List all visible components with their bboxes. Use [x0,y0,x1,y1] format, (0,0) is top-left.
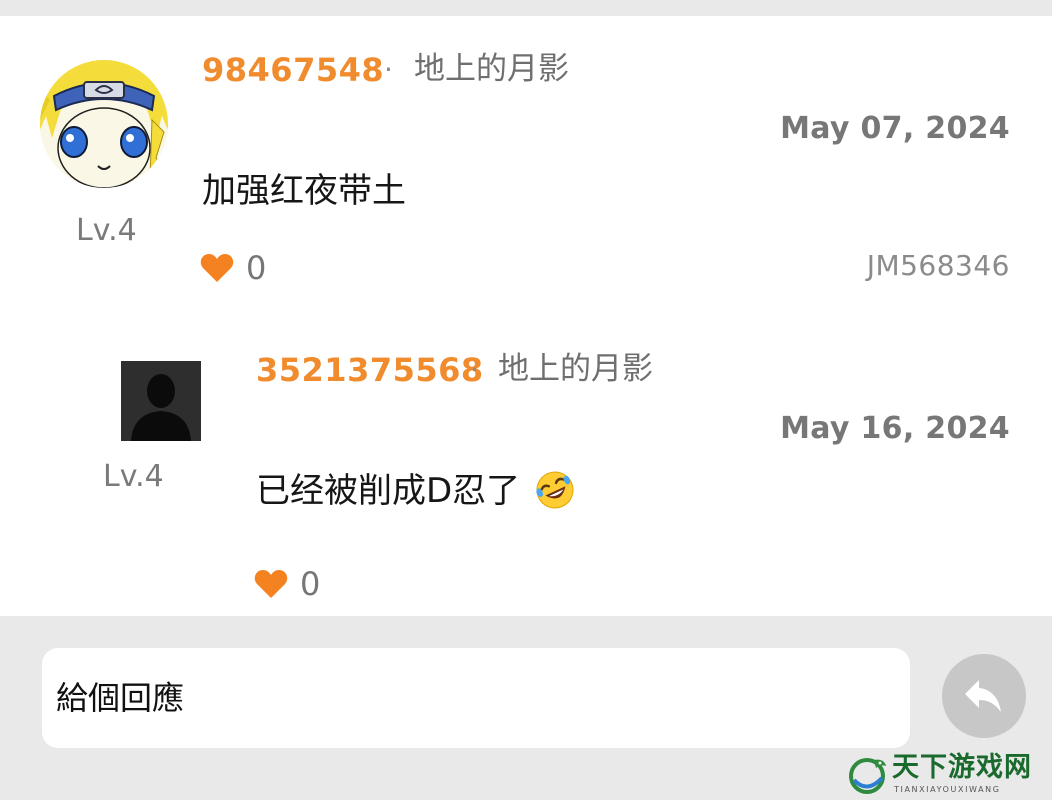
reply-topic-link[interactable]: 地上的月影 [498,354,653,385]
like-button[interactable]: 0 [200,252,266,284]
user-level: Lv.4 [76,213,137,248]
reply-date: May 16, 2024 [780,411,1010,446]
reply-user-avatar[interactable] [121,361,201,441]
reply-text: 已经被削成D忍了 [256,471,521,511]
reply-input[interactable] [54,678,898,718]
user-avatar[interactable] [40,60,168,188]
heart-icon [254,570,288,598]
reply-arrow-icon [965,680,1001,712]
separator-dot: · [384,53,393,86]
like-count: 0 [246,249,267,287]
reply-user-level: Lv.4 [103,459,164,494]
send-reply-button[interactable] [942,654,1026,738]
reply-text-row: 已经被削成D忍了 [256,471,575,511]
reply-like-count: 0 [300,565,321,603]
username-link[interactable]: 98467548 [202,54,384,86]
heart-icon [200,254,234,282]
comment-text: 加强红夜带土 [202,171,406,211]
default-silhouette-avatar-icon [121,361,201,441]
dragon-logo-icon [849,758,886,794]
topic-link[interactable]: 地上的月影 [414,54,569,85]
rolling-laughing-emoji-icon [536,471,574,508]
comment-date: May 07, 2024 [780,111,1010,146]
reply-username-link[interactable]: 3521375568 [256,354,484,386]
reply-like-button[interactable]: 0 [254,568,320,600]
comment-card: Lv.4 98467548 · 地上的月影 May 07, 2024 加强红夜带… [0,16,1052,616]
reply-separator-dot: · [470,353,479,386]
site-watermark: 天下游戏网 TIANXIAYOUXIWANG [844,750,1048,798]
comment-thread-page: Lv.4 98467548 · 地上的月影 May 07, 2024 加强红夜带… [0,0,1052,800]
reply-input-box[interactable] [42,648,910,748]
watermark-title: 天下游戏网 [892,752,1032,783]
watermark-subtitle: TIANXIAYOUXIWANG [894,785,1001,794]
comment-id: JM568346 [866,249,1010,282]
anime-character-avatar-icon [40,60,168,188]
